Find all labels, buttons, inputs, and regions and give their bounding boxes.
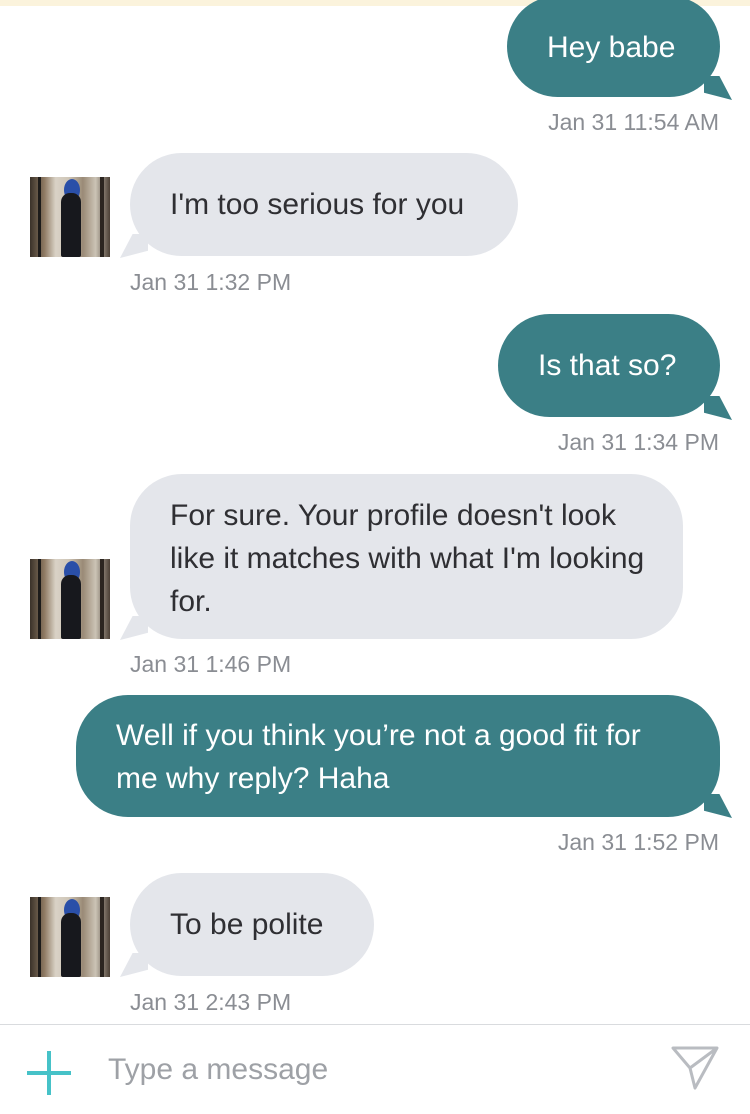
- message-timestamp: Jan 31 2:43 PM: [130, 989, 292, 1015]
- bubble-tail: [704, 794, 732, 818]
- message-composer: [0, 1024, 750, 1114]
- message-input[interactable]: [108, 1047, 648, 1093]
- bubble-tail: [704, 76, 732, 100]
- message-timestamp: Jan 31 1:32 PM: [130, 269, 292, 295]
- message-bubble-outgoing[interactable]: Hey babe: [507, 0, 720, 97]
- message-timestamp: Jan 31 1:52 PM: [557, 829, 719, 855]
- message-text: To be polite: [170, 908, 324, 941]
- avatar[interactable]: [30, 177, 110, 257]
- bubble-tail: [704, 396, 732, 420]
- bubble-tail: [120, 234, 148, 258]
- message-text: I'm too serious for you: [170, 188, 465, 221]
- message-bubble-incoming[interactable]: For sure. Your profile doesn't look like…: [130, 474, 683, 639]
- message-text: Is that so?: [538, 349, 677, 382]
- message-bubble-outgoing[interactable]: Well if you think you’re not a good fit …: [76, 695, 720, 817]
- message-bubble-incoming[interactable]: I'm too serious for you: [130, 153, 518, 256]
- bubble-tail: [120, 616, 148, 640]
- message-bubble-incoming[interactable]: To be polite: [130, 873, 374, 976]
- message-timestamp: Jan 31 11:54 AM: [548, 109, 719, 135]
- bubble-tail: [120, 953, 148, 977]
- send-icon[interactable]: [670, 1045, 720, 1091]
- message-text: Well if you think you’re not a good fit …: [116, 719, 641, 795]
- message-bubble-outgoing[interactable]: Is that so?: [498, 314, 720, 417]
- message-timestamp: Jan 31 1:34 PM: [557, 429, 719, 455]
- message-text: For sure. Your profile doesn't look like…: [170, 499, 645, 618]
- message-timestamp: Jan 31 1:46 PM: [130, 651, 292, 677]
- avatar[interactable]: [30, 559, 110, 639]
- avatar[interactable]: [30, 897, 110, 977]
- plus-icon[interactable]: [27, 1051, 71, 1095]
- message-text: Hey babe: [547, 31, 676, 64]
